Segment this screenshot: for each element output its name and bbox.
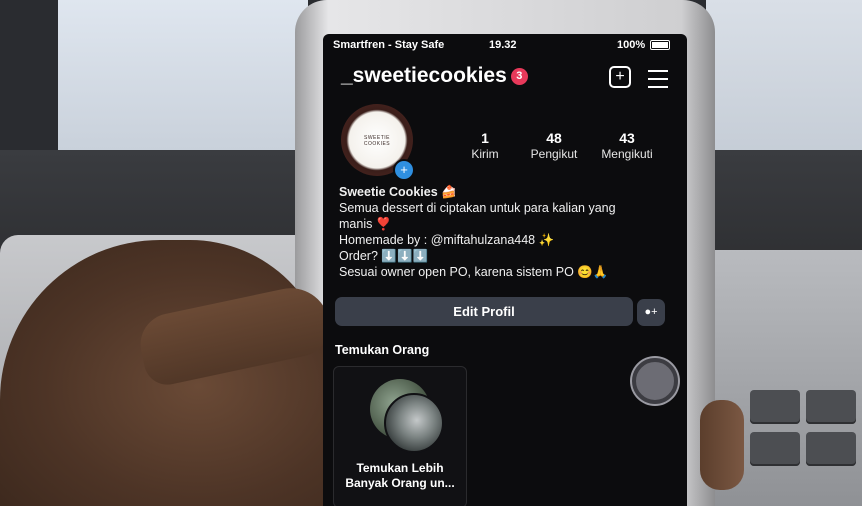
- card-text-line: Banyak Orang un...: [345, 476, 455, 490]
- battery-icon: [650, 40, 671, 51]
- posts-count: 1: [481, 130, 489, 146]
- bio-name: Sweetie Cookies 🍰: [339, 185, 457, 199]
- assistive-touch-button[interactable]: [632, 358, 678, 404]
- followers-count: 48: [546, 130, 562, 146]
- photo-scene: Smartfren - Stay Safe 19.32 100% _sweeti…: [0, 0, 862, 506]
- create-post-icon[interactable]: +: [609, 66, 631, 88]
- posts-label: Kirim: [471, 147, 499, 161]
- laptop-key: [806, 432, 856, 466]
- stat-following[interactable]: 43 Mengikuti: [593, 130, 661, 161]
- edit-profile-button[interactable]: Edit Profil: [335, 297, 633, 326]
- card-text-line: Temukan Lebih: [356, 461, 444, 475]
- discover-card[interactable]: Temukan Lebih Banyak Orang un...: [333, 366, 467, 506]
- bio-line: Order? ⬇️⬇️⬇️: [339, 249, 429, 263]
- followers-label: Pengikut: [530, 147, 578, 161]
- discover-people-button[interactable]: ●+: [637, 299, 665, 326]
- battery-percent: 100%: [617, 39, 646, 51]
- discover-card-text: Temukan Lebih Banyak Orang un...: [340, 461, 460, 491]
- profile-username[interactable]: _sweetiecookies 3: [341, 64, 528, 88]
- username-text: _sweetiecookies: [341, 64, 507, 87]
- notification-badge: 3: [510, 67, 528, 85]
- laptop-key: [750, 432, 800, 466]
- finger: [700, 400, 744, 490]
- following-label: Mengikuti: [601, 147, 653, 161]
- bio-line[interactable]: Homemade by : @miftahulzana448 ✨: [339, 232, 679, 248]
- laptop-key: [750, 390, 800, 424]
- add-story-icon[interactable]: +: [393, 159, 415, 181]
- following-count: 43: [619, 130, 635, 146]
- background-monitor-left: [58, 0, 308, 156]
- bio-line: manis ❣️: [339, 217, 392, 231]
- bio-line: Sesuai owner open PO, karena sistem PO 😊…: [339, 265, 609, 279]
- battery-indicator: 100%: [617, 39, 671, 51]
- menu-icon[interactable]: [648, 70, 668, 88]
- suggested-avatar: [384, 393, 444, 453]
- phone-screen: Smartfren - Stay Safe 19.32 100% _sweeti…: [323, 34, 687, 506]
- discover-people-title: Temukan Orang: [335, 343, 430, 357]
- status-bar: Smartfren - Stay Safe 19.32 100%: [323, 34, 687, 56]
- bio-line: Semua dessert di ciptakan untuk para kal…: [339, 201, 616, 215]
- laptop-key: [806, 390, 856, 424]
- stat-posts[interactable]: 1 Kirim: [465, 130, 505, 161]
- carrier-label: Smartfren - Stay Safe: [333, 39, 445, 51]
- profile-bio: Sweetie Cookies 🍰 Semua dessert di cipta…: [339, 184, 679, 280]
- add-user-icon: ●+: [644, 306, 658, 318]
- avatar-logo-text: SWEETIE COOKIES: [363, 135, 391, 147]
- clock: 19.32: [489, 39, 517, 51]
- stat-followers[interactable]: 48 Pengikut: [523, 130, 585, 161]
